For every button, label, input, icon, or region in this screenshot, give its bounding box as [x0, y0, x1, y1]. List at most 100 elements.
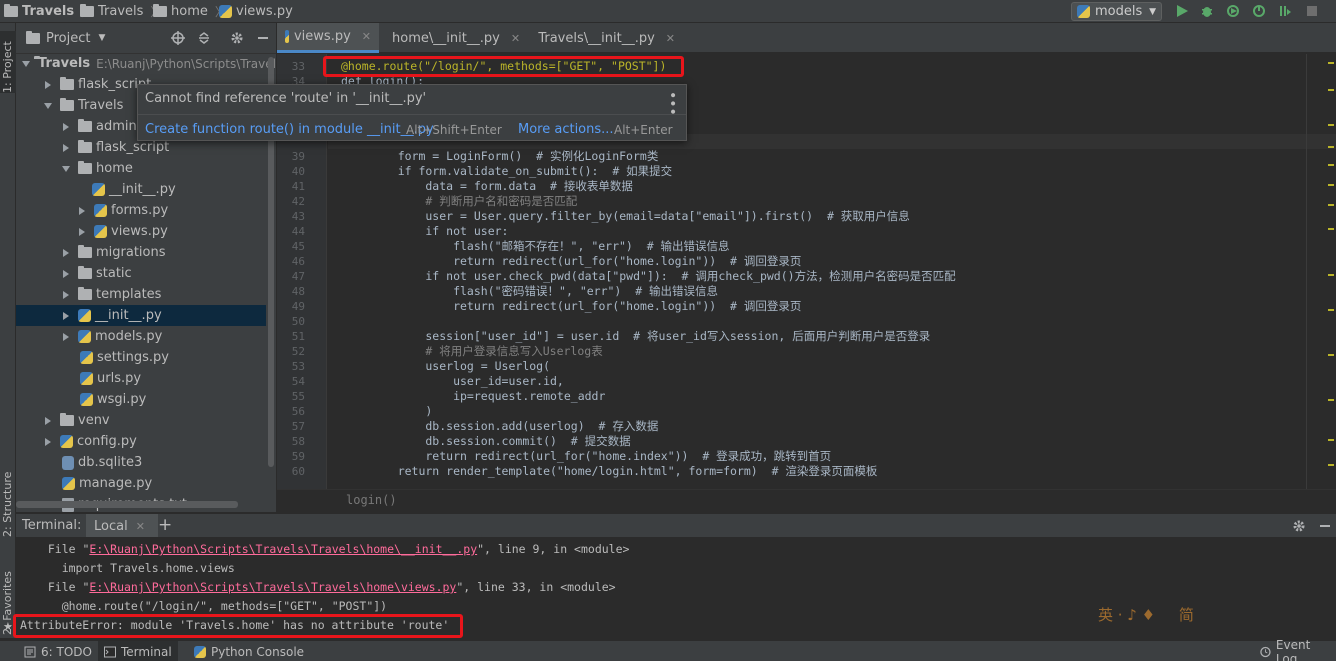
warning-stripe-mark[interactable] — [1328, 89, 1334, 91]
todo-tool-button[interactable]: 6: TODO — [18, 641, 98, 661]
warning-stripe-mark[interactable] — [1328, 464, 1334, 466]
python-file-icon — [62, 477, 75, 490]
hide-panel-icon[interactable] — [256, 31, 270, 45]
tree-item-config[interactable]: config.py — [16, 431, 266, 452]
tree-item-settings[interactable]: settings.py — [16, 347, 266, 368]
terminal-tab-local[interactable]: Local ✕ — [86, 514, 158, 538]
close-icon[interactable]: ✕ — [362, 30, 371, 43]
folder-icon — [60, 98, 74, 111]
tree-item-home-init[interactable]: __init__.py — [16, 179, 266, 200]
warning-stripe-mark[interactable] — [1328, 124, 1334, 126]
chevron-down-icon: ▼ — [1149, 6, 1156, 17]
terminal-line: @home.route("/login/", methods=["GET", "… — [34, 599, 388, 613]
tree-item-views[interactable]: views.py — [16, 221, 266, 242]
close-icon[interactable]: ✕ — [511, 32, 520, 45]
python-file-icon — [219, 5, 232, 18]
collapsed-arrow-icon — [45, 80, 51, 89]
left-tool-strip: 1: Project 2: Structure 2: Favorites ★ — [0, 23, 16, 638]
warning-stripe-mark[interactable] — [1328, 274, 1334, 276]
collapsed-arrow-icon — [63, 311, 69, 320]
breadcrumb-home[interactable]: home〉 — [153, 3, 227, 20]
file-link[interactable]: E:\Ruanj\Python\Scripts\Travels\Travels\… — [89, 542, 477, 556]
python-console-tool-button[interactable]: Python Console — [188, 641, 310, 661]
tree-item-static[interactable]: static — [16, 263, 266, 284]
tree-item-travels-init[interactable]: __init__.py — [16, 305, 266, 326]
project-view-selector[interactable]: Project — [46, 31, 90, 46]
python-file-icon — [92, 183, 105, 196]
tree-item-urls[interactable]: urls.py — [16, 368, 266, 389]
tab-views-py[interactable]: views.py ✕ — [277, 23, 379, 53]
tree-item-forms[interactable]: forms.py — [16, 200, 266, 221]
code-line: return redirect(url_for("home.login")) #… — [370, 254, 802, 268]
code-line: # 判断用户名和密码是否匹配 — [370, 194, 578, 208]
collapse-all-icon[interactable] — [197, 31, 211, 45]
code-line: if form.validate_on_submit(): # 如果提交 — [370, 164, 673, 178]
stop-icon[interactable] — [1305, 4, 1319, 18]
project-tool-button[interactable]: 1: Project — [1, 41, 14, 93]
locate-icon[interactable] — [171, 31, 185, 45]
event-log-tool-button[interactable]: Event Log — [1254, 638, 1336, 661]
hide-panel-icon[interactable] — [1318, 519, 1332, 533]
warning-stripe-mark[interactable] — [1328, 354, 1334, 356]
tree-item-migrations[interactable]: migrations — [16, 242, 266, 263]
tab-home-init-py[interactable]: home\__init__.py ✕ — [379, 23, 525, 53]
tab-travels-init-py[interactable]: Travels\__init__.py ✕ — [525, 23, 683, 53]
run-configuration-select[interactable]: models ▼ — [1071, 2, 1162, 21]
create-function-action[interactable]: Create function route() in module __init… — [145, 122, 434, 137]
tree-item-home[interactable]: home — [16, 158, 266, 179]
star-icon: ★ — [3, 620, 13, 633]
warning-stripe-mark[interactable] — [1328, 228, 1334, 230]
tree-item-venv[interactable]: venv — [16, 410, 266, 431]
python-console-icon — [194, 645, 206, 658]
concurrency-icon[interactable] — [1278, 4, 1292, 18]
code-line: user = User.query.filter_by(email=data["… — [370, 209, 910, 223]
tree-item-travels-root[interactable]: Travels E:\Ruanj\Python\Scripts\Travels — [16, 53, 276, 74]
run-with-coverage-icon[interactable] — [1226, 4, 1240, 18]
new-session-icon[interactable]: + — [158, 515, 172, 535]
project-tree-horizontal-scrollbar[interactable] — [16, 501, 238, 508]
warning-stripe-mark[interactable] — [1328, 399, 1334, 401]
ime-watermark: 英 · ♪ ♦ 简 — [1098, 606, 1194, 624]
gear-icon[interactable] — [1292, 519, 1306, 533]
run-icon[interactable] — [1175, 4, 1189, 18]
close-icon[interactable]: ✕ — [136, 520, 145, 533]
tree-item-db-sqlite[interactable]: db.sqlite3 — [16, 452, 266, 473]
tree-item-manage[interactable]: manage.py — [16, 473, 266, 494]
profile-icon[interactable] — [1252, 4, 1266, 18]
code-line: user_id=user.id, — [370, 374, 564, 388]
folder-icon — [78, 287, 92, 300]
code-line: db.session.commit() # 提交数据 — [370, 434, 631, 448]
more-actions-shortcut: Alt+Enter — [614, 123, 673, 137]
tree-item-models[interactable]: models.py — [16, 326, 266, 347]
more-options-icon[interactable]: ••• — [664, 91, 680, 116]
debug-icon[interactable] — [1200, 4, 1214, 18]
close-icon[interactable]: ✕ — [666, 32, 675, 45]
code-line: session["user_id"] = user.id # 将user_id写… — [370, 329, 931, 343]
more-actions-link[interactable]: More actions... — [518, 122, 614, 137]
code-line: ) — [370, 404, 433, 418]
warning-stripe-mark[interactable] — [1328, 309, 1334, 311]
file-link[interactable]: E:\Ruanj\Python\Scripts\Travels\Travels\… — [89, 580, 456, 594]
tree-item-templates[interactable]: templates — [16, 284, 266, 305]
warning-stripe-mark[interactable] — [1328, 204, 1334, 206]
tree-item-wsgi[interactable]: wsgi.py — [16, 389, 266, 410]
warning-stripe-mark[interactable] — [1328, 439, 1334, 441]
warning-stripe-mark[interactable] — [1328, 184, 1334, 186]
gear-icon[interactable] — [230, 31, 244, 45]
warning-stripe-mark[interactable] — [1328, 146, 1334, 148]
editor-breadcrumb[interactable]: login() — [277, 489, 1336, 512]
python-file-icon — [80, 372, 93, 385]
terminal-tool-button[interactable]: Terminal — [98, 641, 178, 661]
structure-tool-button[interactable]: 2: Structure — [1, 472, 14, 537]
code-line: # 将用户登录信息写入Userlog表 — [370, 344, 603, 358]
python-file-icon — [1077, 5, 1090, 18]
folder-icon — [153, 4, 167, 17]
warning-stripe-mark[interactable] — [1328, 62, 1334, 64]
navigation-bar: Travels〉 Travels〉 home〉 views.py models … — [0, 0, 1336, 23]
warning-stripe-mark[interactable] — [1328, 164, 1334, 166]
chevron-down-icon[interactable]: ▼ — [98, 33, 105, 43]
project-icon — [26, 30, 40, 44]
code-line: flash("邮箱不存在！", "err") # 输出错误信息 — [370, 239, 730, 253]
breadcrumb-package[interactable]: Travels〉 — [80, 3, 162, 20]
breadcrumb-file[interactable]: views.py — [219, 3, 293, 20]
